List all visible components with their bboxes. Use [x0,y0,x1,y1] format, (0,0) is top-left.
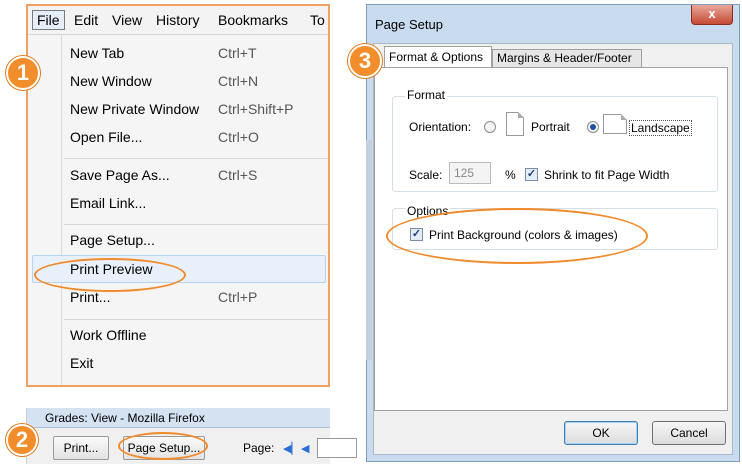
menu-item-save-page-as[interactable]: Save Page As... [70,167,170,183]
menu-tools[interactable]: To [310,12,325,28]
shortcut-new-private-window: Ctrl+Shift+P [218,101,294,117]
menu-separator [64,319,328,320]
cancel-button[interactable]: Cancel [652,421,726,445]
file-dropdown: New Tab Ctrl+T New Window Ctrl+N New Pri… [28,35,328,385]
menu-item-new-tab[interactable]: New Tab [70,45,124,61]
menu-gutter [61,35,62,385]
print-button[interactable]: Print... [53,436,109,460]
menu-separator [64,224,328,225]
step-badge-3: 3 [348,44,382,78]
step-badge-2: 2 [6,424,38,456]
shrink-label[interactable]: Shrink to fit Page Width [544,168,669,182]
shortcut-open-file: Ctrl+O [218,129,259,145]
menu-view[interactable]: View [112,12,142,28]
shortcut-save-page-as: Ctrl+S [218,167,258,183]
highlight-oval-page-setup [118,432,208,460]
tab-format-options[interactable]: Format & Options [384,46,492,68]
scale-input[interactable]: 125 [449,162,491,184]
ok-button[interactable]: OK [564,421,638,445]
step-badge-1: 1 [6,56,40,90]
page-label: Page: [243,441,275,455]
file-menu-panel: File Edit View History Bookmarks To New … [26,4,330,387]
dialog-side-strip [366,140,372,360]
portrait-label[interactable]: Portrait [531,120,570,134]
orientation-label: Orientation: [409,120,472,134]
dialog-title: Page Setup [375,17,443,32]
menu-item-open-file[interactable]: Open File... [70,129,142,145]
shortcut-new-tab: Ctrl+T [218,45,257,61]
format-group-label: Format [405,88,448,102]
menu-item-new-private-window[interactable]: New Private Window [70,101,199,117]
menu-item-email-link[interactable]: Email Link... [70,195,146,211]
landscape-radio[interactable] [587,121,599,133]
page-number-input[interactable] [317,438,357,458]
first-page-icon[interactable]: ◀▏ [283,442,300,455]
menu-item-work-offline[interactable]: Work Offline [70,327,147,343]
shortcut-new-window: Ctrl+N [218,73,259,89]
menu-edit[interactable]: Edit [74,12,98,28]
menu-separator [64,158,328,159]
menu-item-page-setup[interactable]: Page Setup... [70,232,155,248]
menu-item-exit[interactable]: Exit [70,355,93,371]
landscape-label[interactable]: Landscape [629,120,692,136]
window-titlebar: Grades: View - Mozilla Firefox [27,408,330,428]
portrait-radio[interactable] [484,121,496,133]
landscape-page-icon [603,114,627,134]
close-icon[interactable]: x [691,5,733,25]
menu-bookmarks[interactable]: Bookmarks [218,12,288,28]
highlight-oval-print-background [386,208,648,264]
portrait-page-icon [506,112,524,136]
tab-margins-header-footer[interactable]: Margins & Header/Footer [492,49,642,68]
menu-file[interactable]: File [32,10,65,30]
highlight-oval-print-preview [34,258,186,292]
prev-page-icon[interactable]: ◀ [301,442,309,455]
menubar: File Edit View History Bookmarks To [28,6,328,35]
shortcut-print: Ctrl+P [218,289,258,305]
shrink-checkbox[interactable]: ✓ [525,168,538,181]
window-title: Grades: View - Mozilla Firefox [45,411,205,425]
percent-label: % [505,168,516,182]
scale-label: Scale: [409,168,443,182]
menu-history[interactable]: History [156,12,200,28]
menu-item-new-window[interactable]: New Window [70,73,152,89]
